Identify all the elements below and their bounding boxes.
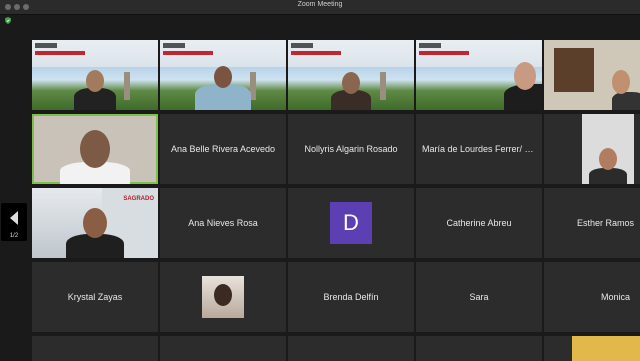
participant-tile[interactable] [160, 262, 286, 332]
page-indicator: 1/2 [9, 233, 19, 239]
video-tile-participant[interactable] [32, 40, 158, 110]
participant-name: Catherine Abreu [446, 218, 512, 228]
participant-tile[interactable]: Ana Nieves Rosa [160, 188, 286, 258]
participant-name: Monica [600, 292, 630, 302]
participant-name: Ana Nieves Rosa [188, 218, 258, 228]
participant-photo-avatar [202, 276, 244, 318]
video-tile-participant[interactable] [160, 40, 286, 110]
participant-tile[interactable]: Catherine Abreu [416, 188, 542, 258]
sagrado-logo-text: SAGRADO [123, 196, 154, 202]
encryption-shield-icon[interactable] [5, 17, 11, 24]
participant-photo-partial [572, 336, 640, 361]
participant-name: María de Lourdes Ferrer/ Un... [422, 144, 542, 154]
virtual-background-banner [288, 40, 414, 67]
title-bar: Zoom Meeting [0, 0, 640, 15]
participant-tile[interactable]: D [288, 188, 414, 258]
participant-name: Krystal Zayas [67, 292, 123, 302]
video-tile-participant[interactable] [544, 114, 640, 184]
participant-tile[interactable]: Monica [544, 262, 640, 332]
avatar-hair [214, 284, 232, 306]
participant-head [86, 70, 104, 92]
participant-head [214, 66, 232, 88]
participant-head [342, 72, 360, 94]
participant-tile[interactable]: Sara [416, 262, 542, 332]
video-tile-participant[interactable] [288, 40, 414, 110]
video-tile-participant[interactable] [544, 40, 640, 110]
participant-tile[interactable] [544, 336, 640, 361]
participant-head [80, 130, 110, 168]
participant-tile[interactable] [416, 336, 542, 361]
participant-name: Nollyris Algarin Rosado [304, 144, 398, 154]
participant-body [612, 92, 640, 110]
participant-tile[interactable] [32, 336, 158, 361]
participant-tile[interactable]: María de Lourdes Ferrer/ Un... [416, 114, 542, 184]
participant-tile[interactable]: Krystal Zayas [32, 262, 158, 332]
chevron-left-icon [10, 211, 18, 225]
video-tile-participant[interactable]: SAGRADO [32, 188, 158, 258]
virtual-background-banner [160, 40, 286, 67]
participant-avatar: D [330, 202, 372, 244]
participant-head [514, 62, 536, 90]
participant-name: Brenda Delfín [323, 292, 379, 302]
window-title: Zoom Meeting [297, 1, 343, 8]
participant-name: Sara [469, 292, 489, 302]
participant-head [83, 208, 107, 238]
participant-name: Esther Ramos [576, 218, 634, 228]
participant-tile[interactable]: Nollyris Algarin Rosado [288, 114, 414, 184]
video-tile-participant[interactable] [416, 40, 542, 110]
video-tile-active-speaker[interactable] [32, 114, 158, 184]
participant-name: Ana Belle Rivera Acevedo [170, 144, 276, 154]
virtual-background-banner [32, 40, 158, 67]
participant-head [599, 148, 617, 170]
participant-tile[interactable]: Esther Ramos [544, 188, 640, 258]
bookshelf [554, 48, 594, 92]
participant-tile[interactable]: Brenda Delfín [288, 262, 414, 332]
participant-body [589, 168, 627, 184]
previous-page-button[interactable]: 1/2 [1, 203, 27, 241]
participant-tile[interactable]: Ana Belle Rivera Acevedo [160, 114, 286, 184]
participant-head [612, 70, 630, 94]
participant-tile[interactable] [288, 336, 414, 361]
participant-tile[interactable] [160, 336, 286, 361]
participant-video [582, 114, 634, 184]
